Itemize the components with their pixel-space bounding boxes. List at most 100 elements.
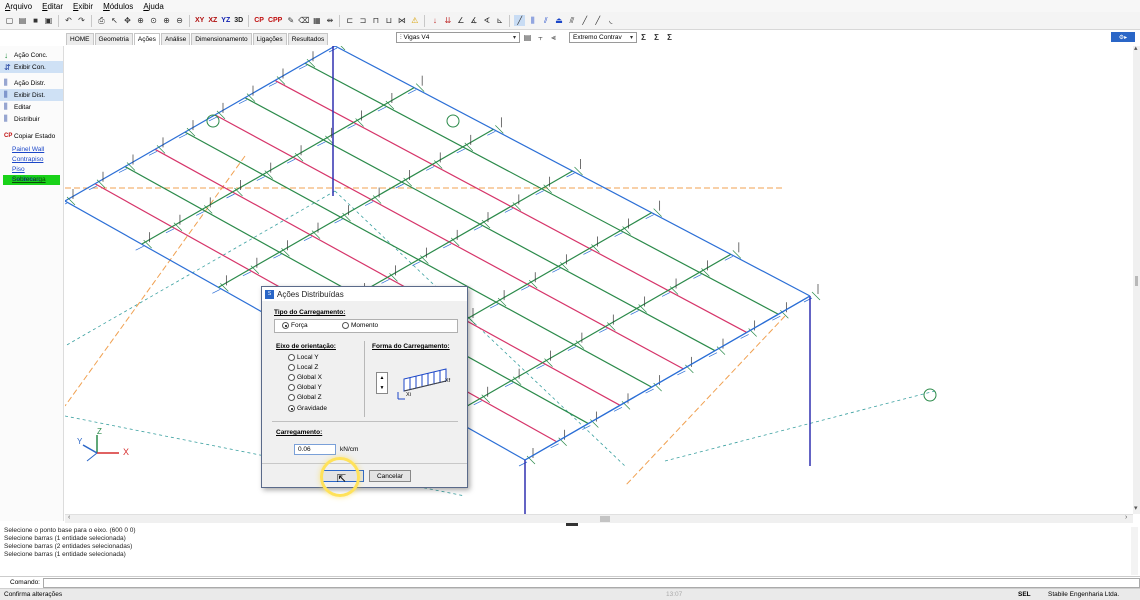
radio-global-y[interactable]: Global Y — [288, 384, 322, 391]
diagonal-icon[interactable]: ╱ — [579, 15, 590, 26]
spin-up-icon[interactable]: ▲ — [380, 375, 385, 381]
scroll-thumb[interactable] — [600, 516, 610, 522]
sidebar-exibir-dist[interactable]: ⫼ Exibir Dist. — [0, 89, 63, 101]
node-icon[interactable]: ⋈ — [396, 15, 407, 26]
line-tool-icon[interactable]: ╱ — [514, 15, 526, 26]
load-value-input[interactable]: 0.06 — [294, 444, 336, 455]
measure-icon[interactable]: ⇹ — [324, 15, 335, 26]
frame-icon[interactable]: ⊓ — [370, 15, 381, 26]
load-arrow[interactable] — [65, 202, 68, 207]
scroll-left-icon[interactable]: ‹ — [68, 514, 70, 521]
splitter-handle[interactable] — [566, 523, 578, 526]
menu-exibir[interactable]: Exibir — [68, 2, 98, 11]
zoom-in-icon[interactable]: ⊕ — [161, 15, 172, 26]
load-arrow[interactable] — [212, 289, 221, 294]
angle-icon[interactable]: ∠ — [455, 15, 466, 26]
sidebar-acao-conc[interactable]: ↓ Ação Conc. — [0, 49, 63, 61]
radio-momento[interactable]: Momento — [342, 322, 378, 329]
purlin[interactable] — [448, 253, 732, 418]
grid-icon[interactable]: ▦ — [311, 15, 322, 26]
radio-local-y[interactable]: Local Y — [288, 354, 319, 361]
pan-icon[interactable]: ✥ — [122, 15, 133, 26]
tab-dimensionamento[interactable]: Dimensionamento — [191, 33, 252, 45]
view-select[interactable]: ⫶ Vigas V4 ▾ — [396, 32, 520, 43]
menu-ajuda[interactable]: Ajuda — [138, 2, 168, 11]
radio-gravidade[interactable]: Gravidade — [288, 405, 327, 412]
redo-icon[interactable]: ↷ — [76, 15, 87, 26]
result-icon[interactable]: Σ — [651, 32, 662, 43]
radio-global-z[interactable]: Global Z — [288, 394, 322, 401]
view-xz-button[interactable]: XZ — [207, 17, 218, 24]
result-icon[interactable]: Σ — [638, 32, 649, 43]
new-file-icon[interactable]: ▢ — [4, 15, 15, 26]
beam-icon[interactable]: ⫼ — [527, 15, 538, 26]
shape-spinner[interactable]: ▲ ▼ — [376, 372, 388, 394]
load-state-painel-wall[interactable]: Painel Wall — [0, 145, 63, 155]
load-arrow[interactable] — [811, 291, 821, 301]
scroll-up-icon[interactable]: ▴ — [1134, 44, 1138, 52]
tab-resultados[interactable]: Resultados — [287, 33, 329, 45]
angle-icon[interactable]: ∡ — [468, 15, 479, 26]
guide-line[interactable] — [664, 390, 936, 462]
load-arrow[interactable] — [518, 461, 528, 467]
tab-geometria[interactable]: Geometria — [94, 33, 133, 45]
load-state-contrapiso[interactable]: Contrapiso — [0, 155, 63, 165]
structure-icon[interactable]: ⫟ — [535, 32, 546, 43]
view-3d-button[interactable]: 3D — [233, 17, 244, 24]
zoom-all-icon[interactable]: ⊙ — [148, 15, 159, 26]
scroll-thumb[interactable] — [1135, 276, 1138, 286]
view-xy-button[interactable]: XY — [194, 17, 205, 24]
sidebar-copiar-estado[interactable]: CP Copiar Estado — [0, 130, 63, 142]
pencil-icon[interactable]: ✎ — [285, 15, 296, 26]
viewport-horizontal-scrollbar[interactable]: ‹ › — [65, 514, 1133, 523]
undo-icon[interactable]: ↶ — [63, 15, 74, 26]
combination-select[interactable]: Extremo Contrav ▾ — [569, 32, 637, 43]
radio-local-z[interactable]: Local Z — [288, 364, 318, 371]
open-folder-icon[interactable]: ▤ — [17, 15, 28, 26]
load-state-sobrecarga[interactable]: Sobrecarga — [3, 175, 60, 185]
diagonal-icon[interactable]: ╱ — [592, 15, 603, 26]
beam[interactable] — [524, 295, 811, 461]
zoom-out-icon[interactable]: ⊖ — [174, 15, 185, 26]
filter-icon[interactable]: ⫷ — [548, 32, 559, 43]
cancel-button[interactable]: Cancelar — [369, 470, 411, 482]
load-dist-icon[interactable]: ⇊ — [442, 15, 453, 26]
load-point-icon[interactable]: ↓ — [429, 15, 440, 26]
view-yz-button[interactable]: YZ — [220, 17, 231, 24]
structure-3d-view[interactable] — [65, 46, 1133, 514]
purlin[interactable] — [141, 87, 415, 245]
purlin[interactable] — [65, 46, 336, 202]
menu-modulos[interactable]: Módulos — [98, 2, 138, 11]
menu-editar[interactable]: Editar — [37, 2, 68, 11]
frame-icon[interactable]: ⊔ — [383, 15, 394, 26]
cpp-button[interactable]: CPP — [267, 17, 283, 24]
select-icon[interactable]: ↖ — [109, 15, 120, 26]
angle-icon[interactable]: ∢ — [481, 15, 492, 26]
sidebar-exibir-con[interactable]: ⇵ Exibir Con. — [0, 61, 63, 73]
viewport-vertical-scrollbar[interactable]: ▴ ▾ — [1133, 44, 1140, 514]
model-viewport[interactable]: Z X Y — [65, 46, 1133, 514]
spin-down-icon[interactable]: ▼ — [380, 385, 385, 391]
guide-line[interactable] — [624, 315, 786, 487]
arc-icon[interactable]: ◟ — [605, 15, 616, 26]
lines-icon[interactable]: ⫻ — [566, 15, 577, 26]
menu-arquivo[interactable]: Arquivo — [0, 2, 37, 11]
command-input[interactable] — [43, 577, 1140, 588]
purlin[interactable] — [218, 128, 494, 288]
tab-analise[interactable]: Análise — [160, 33, 191, 45]
frame-icon[interactable]: ⊏ — [344, 15, 355, 26]
beam-icon[interactable]: ⫽ — [540, 15, 551, 26]
result-icon[interactable]: Σ — [664, 32, 675, 43]
frame-icon[interactable]: ⊐ — [357, 15, 368, 26]
scroll-down-icon[interactable]: ▾ — [1134, 504, 1138, 512]
sidebar-editar[interactable]: ⫼ Editar — [0, 101, 63, 113]
guide-line[interactable] — [65, 155, 246, 407]
eraser-icon[interactable]: ⌫ — [298, 15, 309, 26]
sidebar-acao-distr[interactable]: ⫼ Ação Distr. — [0, 77, 63, 89]
settings-icon[interactable]: ⚙▸ — [1111, 32, 1135, 42]
support-icon[interactable]: ⏏ — [553, 15, 564, 26]
sidebar-distribuir[interactable]: ⫼ Distribuir — [0, 113, 63, 125]
radio-global-x[interactable]: Global X — [288, 374, 322, 381]
load-arrow[interactable] — [135, 245, 144, 251]
radio-forca[interactable]: Força — [282, 322, 308, 329]
